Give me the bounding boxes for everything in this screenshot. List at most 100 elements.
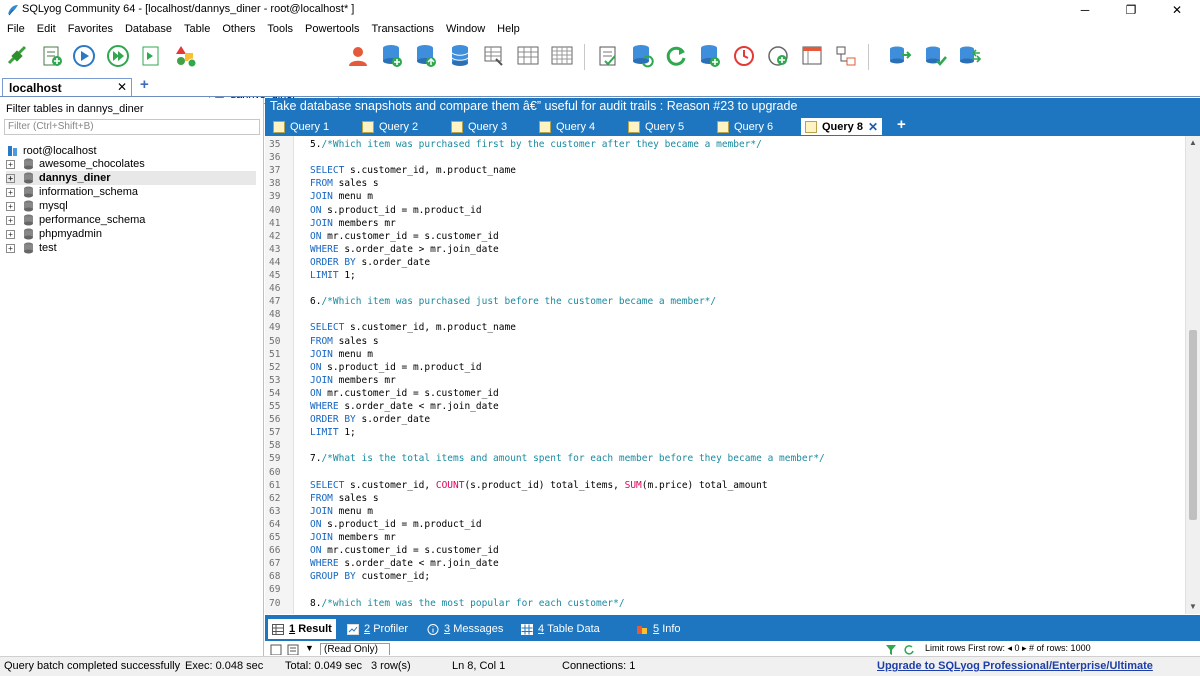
code-line[interactable]: 42 ON mr.customer_id = s.customer_id [265, 230, 1185, 243]
database-import-icon[interactable] [412, 42, 440, 70]
tab-messages[interactable]: 3 Messages [427, 619, 503, 639]
upgrade-banner[interactable]: Take database snapshots and compare them… [265, 98, 1200, 115]
restore-button[interactable]: ❐ [1108, 0, 1154, 20]
code-line[interactable]: 56 ORDER BY s.order_date [265, 413, 1185, 426]
copy-database-icon[interactable] [956, 42, 984, 70]
code-line[interactable]: 62 FROM sales s [265, 492, 1185, 505]
scroll-up-icon[interactable]: ▲ [1189, 138, 1197, 147]
menu-powertools[interactable]: Powertools [298, 23, 364, 35]
diagram-icon[interactable] [832, 42, 860, 70]
database-backup-icon[interactable] [696, 42, 724, 70]
tab-query-6[interactable]: Query 6 [717, 117, 773, 136]
filter-input[interactable]: Filter (Ctrl+Shift+B) [4, 119, 260, 135]
tree-root-connection[interactable]: root@localhost [7, 145, 97, 157]
expand-icon[interactable]: + [6, 229, 15, 239]
code-line[interactable]: 53 JOIN members mr [265, 374, 1185, 387]
chevron-down-icon[interactable]: ▼ [305, 643, 314, 653]
code-line[interactable]: 57 LIMIT 1; [265, 426, 1185, 439]
checklist-icon[interactable] [594, 42, 622, 70]
code-line[interactable]: 59 7./*What is the total items and amount… [265, 452, 1185, 465]
menu-file[interactable]: File [0, 23, 30, 35]
menu-others[interactable]: Others [215, 23, 260, 35]
code-line[interactable]: 61 SELECT s.customer_id, COUNT(s.product_… [265, 479, 1185, 492]
tab-query-8[interactable]: Query 8 ✕ [800, 117, 884, 136]
tab-query-1[interactable]: Query 1 [273, 117, 329, 136]
code-line[interactable]: 66 ON mr.customer_id = s.customer_id [265, 544, 1185, 557]
tab-query-4[interactable]: Query 4 [539, 117, 595, 136]
execute-all-icon[interactable] [104, 42, 132, 70]
database-sync-icon[interactable] [628, 42, 656, 70]
window-layout-icon[interactable] [798, 42, 826, 70]
code-line[interactable]: 45 LIMIT 1; [265, 269, 1185, 282]
tab-table-data[interactable]: 4 Table Data [521, 619, 600, 639]
code-line[interactable]: 51 JOIN menu m [265, 348, 1185, 361]
tree-db-performance-schema[interactable]: + performance_schema [6, 213, 256, 227]
code-line[interactable]: 58 [265, 439, 1185, 452]
close-icon[interactable]: ✕ [117, 80, 127, 94]
limit-rows-controls[interactable]: Limit rows First row: ◂ 0 ▸ # of rows: 1… [925, 643, 1091, 654]
close-window-button[interactable]: ✕ [1154, 0, 1200, 20]
table-structure-icon[interactable] [548, 42, 576, 70]
schedule-icon[interactable] [730, 42, 758, 70]
code-line[interactable]: 44 ORDER BY s.order_date [265, 256, 1185, 269]
menu-window[interactable]: Window [439, 23, 490, 35]
scrollbar-thumb[interactable] [1189, 330, 1197, 520]
tree-db-mysql[interactable]: + mysql [6, 199, 256, 213]
database-stack-icon[interactable] [446, 42, 474, 70]
code-line[interactable]: 65 JOIN members mr [265, 531, 1185, 544]
code-line[interactable]: 47 6./*Which item was purchased just befo… [265, 295, 1185, 308]
tab-info[interactable]: 5 Info [636, 619, 681, 639]
data-sync-icon[interactable] [886, 42, 914, 70]
code-line[interactable]: 46 [265, 282, 1185, 295]
tree-db-phpmyadmin[interactable]: + phpmyadmin [6, 227, 256, 241]
form-view-icon[interactable] [287, 644, 299, 655]
tab-query-2[interactable]: Query 2 [362, 117, 418, 136]
code-line[interactable]: 55 WHERE s.order_date < mr.join_date [265, 400, 1185, 413]
tab-query-5[interactable]: Query 5 [628, 117, 684, 136]
menu-help[interactable]: Help [490, 23, 525, 35]
expand-icon[interactable]: + [6, 187, 15, 197]
code-line[interactable]: 64 ON s.product_id = m.product_id [265, 518, 1185, 531]
menu-favorites[interactable]: Favorites [61, 23, 118, 35]
table-copy-icon[interactable] [480, 42, 508, 70]
tab-query-3[interactable]: Query 3 [451, 117, 507, 136]
scroll-down-icon[interactable]: ▼ [1189, 602, 1197, 611]
database-add-icon[interactable] [378, 42, 406, 70]
add-connection-tab-button[interactable]: + [140, 76, 149, 93]
new-query-icon[interactable] [38, 42, 66, 70]
expand-icon[interactable]: + [6, 173, 15, 183]
code-line[interactable]: 70 8./*which item was the most popular fo… [265, 597, 1185, 610]
code-line[interactable]: 69 [265, 583, 1185, 596]
schema-designer-icon[interactable] [172, 42, 200, 70]
menu-transactions[interactable]: Transactions [364, 23, 439, 35]
menu-edit[interactable]: Edit [30, 23, 61, 35]
expand-icon[interactable]: + [6, 243, 15, 253]
expand-icon[interactable]: + [6, 159, 15, 169]
table-grid-icon[interactable] [514, 42, 542, 70]
add-query-tab-button[interactable]: + [897, 116, 906, 133]
upgrade-link[interactable]: Upgrade to SQLyog Professional/Enterpris… [877, 660, 1153, 672]
code-line[interactable]: 54 ON mr.customer_id = s.customer_id [265, 387, 1185, 400]
code-line[interactable]: 39 JOIN menu m [265, 190, 1185, 203]
execute-edit-icon[interactable] [138, 42, 166, 70]
filter-icon[interactable] [885, 644, 897, 655]
new-connection-icon[interactable] [4, 42, 32, 70]
expand-icon[interactable]: + [6, 201, 15, 211]
connection-tab-localhost[interactable]: localhost ✕ [2, 78, 132, 96]
menu-database[interactable]: Database [118, 23, 177, 35]
code-line[interactable]: 43 WHERE s.order_date > mr.join_date [265, 243, 1185, 256]
user-manager-icon[interactable] [344, 42, 372, 70]
code-line[interactable]: 36 [265, 151, 1185, 164]
execute-query-icon[interactable] [70, 42, 98, 70]
tab-result[interactable]: 1 Result [268, 619, 336, 639]
refresh-icon[interactable] [662, 42, 690, 70]
code-line[interactable]: 49 SELECT s.customer_id, m.product_name [265, 321, 1185, 334]
code-line[interactable]: 60 [265, 466, 1185, 479]
code-line[interactable]: 68 GROUP BY customer_id; [265, 570, 1185, 583]
tree-db-dannys-diner[interactable]: + dannys_diner [6, 171, 256, 185]
menu-table[interactable]: Table [177, 23, 215, 35]
code-line[interactable]: 41 JOIN members mr [265, 217, 1185, 230]
code-line[interactable]: 52 ON s.product_id = m.product_id [265, 361, 1185, 374]
code-line[interactable]: 37 SELECT s.customer_id, m.product_name [265, 164, 1185, 177]
expand-icon[interactable]: + [6, 215, 15, 225]
